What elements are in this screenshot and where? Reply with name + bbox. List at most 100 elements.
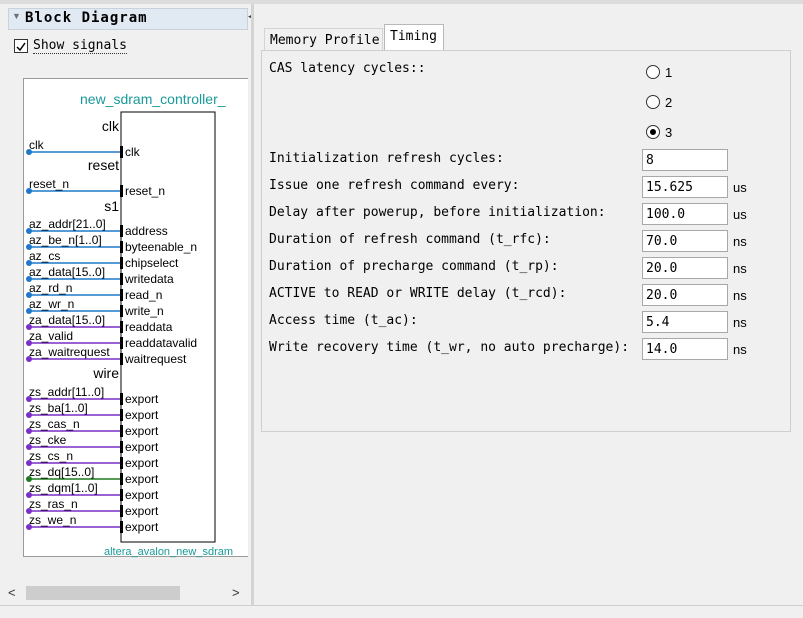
- cas-latency-radio-1[interactable]: [646, 65, 660, 79]
- external-signal-label: za_data[15..0]: [29, 313, 105, 327]
- port-pin: [120, 273, 123, 285]
- port-name-label: waitrequest: [124, 352, 187, 366]
- cas-latency-option-1: 1: [665, 65, 673, 80]
- block-diagram-canvas[interactable]: new_sdram_controller_ clk reset s1 wire clk cl…: [23, 78, 248, 558]
- t-wr-input[interactable]: 14.0: [642, 338, 728, 360]
- port-name-label: export: [125, 440, 159, 454]
- port-name-label: export: [125, 392, 159, 406]
- cas-latency-label: CAS latency cycles::: [269, 61, 426, 76]
- t-rcd-unit: ns: [733, 288, 747, 303]
- port-pin: [120, 505, 123, 517]
- powerup-delay-input[interactable]: 100.0: [642, 203, 728, 225]
- t-rfc-label: Duration of refresh command (t_rfc):: [269, 232, 551, 247]
- port-pin: [120, 185, 123, 197]
- external-signal-label: zs_addr[11..0]: [29, 385, 104, 399]
- port-pin: [120, 241, 123, 253]
- external-signal-label: zs_dqm[1..0]: [29, 481, 98, 495]
- radio-selected-dot: [650, 129, 656, 135]
- cas-latency-radio-3[interactable]: [646, 125, 660, 139]
- port-name-label: export: [125, 504, 159, 518]
- port-name-label: write_n: [124, 304, 164, 318]
- scroll-thumb[interactable]: [26, 586, 180, 600]
- t-ac-input[interactable]: 5.4: [642, 311, 728, 333]
- t-rcd-label: ACTIVE to READ or WRITE delay (t_rcd):: [269, 286, 567, 301]
- external-signal-label: az_cs: [29, 249, 60, 263]
- powerup-delay-label: Delay after powerup, before initializati…: [269, 205, 606, 220]
- status-strip: [0, 605, 803, 618]
- t-rp-input[interactable]: 20.0: [642, 257, 728, 279]
- external-signal-label: az_addr[21..0]: [29, 217, 106, 231]
- external-signal-label: za_waitrequest: [29, 345, 110, 359]
- external-signal-label: zs_cke: [29, 433, 67, 447]
- checkmark-icon: [16, 42, 26, 52]
- port-name-label: export: [125, 472, 159, 486]
- port-pin: [120, 321, 123, 333]
- port-pin: [120, 337, 123, 349]
- port-name-label: byteenable_n: [125, 240, 197, 254]
- scroll-left-arrow-icon[interactable]: <: [8, 585, 16, 600]
- port-name-label: export: [125, 424, 159, 438]
- block-diagram-header[interactable]: ▼ Block Diagram: [8, 8, 248, 30]
- sdram-controller-diagram: new_sdram_controller_clkresets1wireclk cl…: [26, 91, 233, 558]
- t-rp-unit: ns: [733, 261, 747, 276]
- port-pin: [120, 457, 123, 469]
- refresh-interval-label: Issue one refresh command every:: [269, 178, 520, 193]
- port-name-label: address: [125, 224, 168, 238]
- external-signal-label: za_valid: [29, 329, 73, 343]
- port-pin: [120, 521, 123, 533]
- t-ac-label: Access time (t_ac):: [269, 313, 418, 328]
- t-rp-label: Duration of precharge command (t_rp):: [269, 259, 559, 274]
- interface-label-reset: reset: [88, 157, 119, 173]
- collapse-triangle-icon[interactable]: ▼: [12, 11, 21, 21]
- port-pin: [120, 441, 123, 453]
- powerup-delay-unit: us: [733, 207, 747, 222]
- port-pin: [120, 305, 123, 317]
- port-name-label: readdatavalid: [125, 336, 197, 350]
- cas-latency-radio-2[interactable]: [646, 95, 660, 109]
- refresh-interval-input[interactable]: 15.625: [642, 176, 728, 198]
- port-pin: [120, 393, 123, 405]
- init-refresh-cycles-input[interactable]: 8: [642, 149, 728, 171]
- port-name-label: export: [125, 408, 159, 422]
- port-name-label: export: [125, 456, 159, 470]
- external-signal-label: zs_cas_n: [29, 417, 80, 431]
- cas-latency-option-3: 3: [665, 125, 673, 140]
- show-signals-checkbox[interactable]: [14, 39, 28, 53]
- port-pin: [120, 409, 123, 421]
- port-pin: [120, 489, 123, 501]
- interface-label-wire: wire: [92, 365, 119, 381]
- port-name-label: readdata: [125, 320, 173, 334]
- port-pin: [120, 146, 123, 158]
- port-name-label: export: [125, 520, 159, 534]
- external-signal-label: reset_n: [29, 177, 69, 191]
- t-rfc-input[interactable]: 70.0: [642, 230, 728, 252]
- t-rfc-unit: ns: [733, 234, 747, 249]
- external-signal-label: zs_cs_n: [29, 449, 73, 463]
- interface-label-s1: s1: [104, 198, 119, 214]
- port-name-label: writedata: [124, 272, 174, 286]
- cas-latency-option-2: 2: [665, 95, 673, 110]
- t-wr-label: Write recovery time (t_wr, no auto prech…: [269, 340, 630, 355]
- panel-title: Block Diagram: [25, 10, 148, 26]
- port-name-label: read_n: [125, 288, 162, 302]
- port-name-label: chipselect: [125, 256, 179, 270]
- t-ac-unit: ns: [733, 315, 747, 330]
- port-name-label: export: [125, 488, 159, 502]
- init-refresh-cycles-label: Initialization refresh cycles:: [269, 151, 504, 166]
- tab-memory-profile[interactable]: Memory Profile: [264, 28, 383, 50]
- t-rcd-input[interactable]: 20.0: [642, 284, 728, 306]
- component-type-name: altera_avalon_new_sdram: [104, 546, 233, 558]
- horizontal-scrollbar[interactable]: < >: [6, 582, 248, 604]
- tab-timing[interactable]: Timing: [384, 24, 444, 50]
- port-name-label: reset_n: [125, 184, 165, 198]
- refresh-interval-unit: us: [733, 180, 747, 195]
- external-signal-label: clk: [29, 138, 45, 152]
- external-signal-label: zs_dq[15..0]: [29, 465, 94, 479]
- port-pin: [120, 473, 123, 485]
- port-pin: [120, 257, 123, 269]
- external-signal-label: az_wr_n: [29, 297, 74, 311]
- external-signal-label: zs_ras_n: [29, 497, 78, 511]
- external-signal-label: az_rd_n: [29, 281, 72, 295]
- external-signal-label: az_be_n[1..0]: [29, 233, 102, 247]
- scroll-right-arrow-icon[interactable]: >: [232, 585, 240, 600]
